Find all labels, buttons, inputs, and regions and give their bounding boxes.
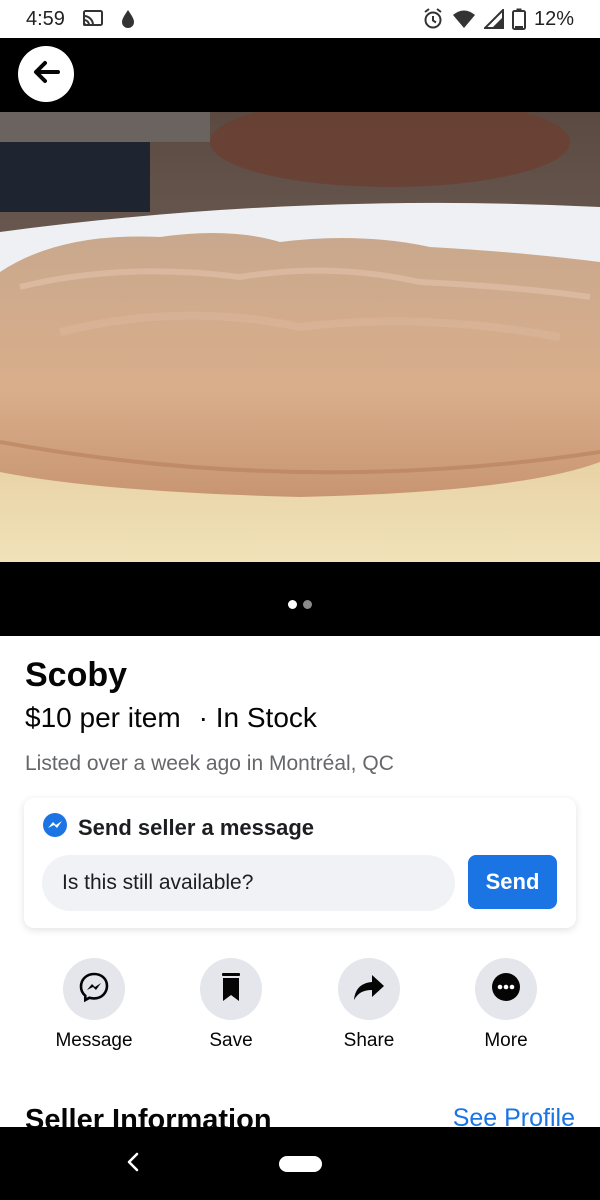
bookmark-icon [219, 972, 243, 1007]
listing-title: Scoby [25, 656, 128, 694]
seller-information: Seller Information See Profile [25, 1100, 575, 1127]
back-button[interactable] [18, 46, 74, 102]
share-action-label: Share [343, 1030, 395, 1051]
listing-details: Scoby $10 per item · In Stock Listed ove… [25, 652, 575, 776]
stock-status: · In Stock [198, 702, 317, 733]
listed-info: Listed over a week ago in Montréal, QC [25, 752, 394, 775]
listing-photo-area[interactable] [0, 38, 600, 636]
cast-icon [81, 9, 105, 29]
listing-photo[interactable] [0, 112, 600, 562]
see-profile-link[interactable]: See Profile [453, 1104, 575, 1127]
share-action-circle[interactable] [338, 958, 400, 1020]
save-action-circle[interactable] [200, 958, 262, 1020]
status-bar: 4:59 12% [0, 0, 600, 38]
share-action-button[interactable]: Share [309, 958, 429, 1052]
battery-icon [511, 8, 526, 30]
image-pagination [0, 600, 600, 609]
more-action-label: More [484, 1030, 528, 1051]
messenger-icon [78, 971, 110, 1008]
seller-info-title: Seller Information [25, 1104, 272, 1127]
more-dots-icon [490, 971, 522, 1008]
wifi-icon [452, 9, 476, 29]
nav-back-button[interactable] [116, 1147, 150, 1181]
battery-percent: 12% [533, 7, 574, 30]
back-arrow-icon [32, 60, 60, 89]
message-card-header: Send seller a message [42, 812, 314, 844]
more-action-button[interactable]: More [446, 958, 566, 1052]
signal-icon [483, 9, 504, 29]
message-action-circle[interactable] [63, 958, 125, 1020]
listing-price: $10 per item [25, 702, 181, 733]
alarm-icon [422, 8, 444, 30]
share-arrow-icon [353, 973, 385, 1006]
message-card-title: Send seller a message [78, 815, 315, 840]
message-action-label: Message [55, 1030, 133, 1051]
action-buttons: Message Save Share More [0, 958, 600, 1058]
price-row: $10 per item · In Stock [25, 698, 575, 738]
messenger-icon [42, 812, 68, 844]
save-action-label: Save [209, 1030, 253, 1051]
nav-home-pill[interactable] [279, 1156, 322, 1172]
pagination-dot[interactable] [303, 600, 312, 609]
pagination-dot-active[interactable] [288, 600, 297, 609]
save-action-button[interactable]: Save [171, 958, 291, 1052]
chevron-left-icon [125, 1152, 141, 1177]
more-action-circle[interactable] [475, 958, 537, 1020]
send-message-card: Send seller a message Is this still avai… [24, 798, 576, 928]
drop-icon [121, 9, 135, 29]
status-time: 4:59 [26, 7, 65, 30]
system-nav-bar [0, 1127, 600, 1200]
message-input[interactable]: Is this still available? [42, 855, 455, 911]
send-button[interactable]: Send [468, 855, 557, 909]
message-action-button[interactable]: Message [34, 958, 154, 1052]
